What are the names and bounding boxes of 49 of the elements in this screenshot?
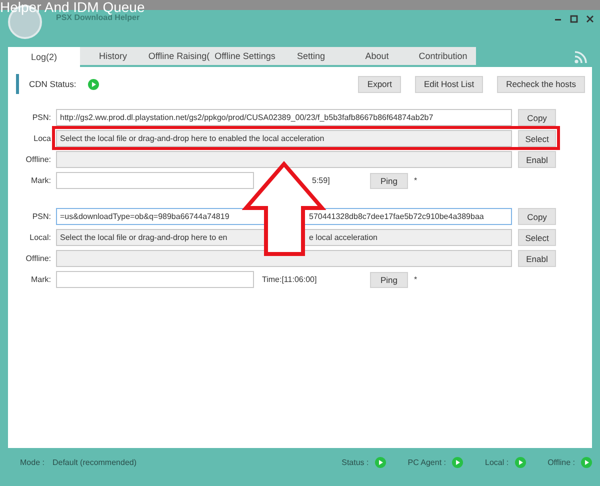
enable-button[interactable]: Enabl [518,250,556,267]
indicator-label: PC Agent : [408,458,446,466]
field-label: PSN: [31,113,51,122]
ping-status-text: * [414,176,418,185]
indicator-label: Local : [485,458,509,466]
field-label: Local: [28,233,51,242]
tab[interactable]: Setting [278,47,344,65]
select-button[interactable]: Select [518,130,556,147]
toolbar-button[interactable]: Export [358,76,401,92]
field-label: Loca [32,134,51,143]
tab[interactable]: Contribution [410,47,476,65]
tab[interactable]: About [344,47,410,65]
field-label: Offline: [24,254,51,263]
enable-button[interactable]: Enabl [518,151,556,168]
mark-field[interactable] [56,271,254,288]
maximize-icon[interactable] [570,15,578,23]
tab[interactable]: Offline Raising( [146,47,212,65]
time-text: 5:59] [311,176,331,185]
ping-status-text: * [414,275,418,284]
mode-value: Default (recommended) [52,458,137,466]
mode-label: Mode : [20,458,44,466]
toolbar-button[interactable]: Edit Host List [414,76,484,92]
field-label: Offline: [24,155,51,164]
tab[interactable]: Log(2) [8,47,80,67]
cdn-status-label: CDN Status: [29,79,76,89]
local-file-field[interactable]: Select the local file or drag-and-drop here to enabled the local acceleration [56,130,512,147]
field-label: Mark: [30,275,51,284]
field-label: PSN: [31,212,51,221]
time-text: Time:[11:06:00] [262,275,318,284]
ping-button[interactable]: Ping [370,272,408,288]
tab[interactable]: Offline Settings [212,47,278,65]
copy-button[interactable]: Copy [518,109,556,126]
offline-field[interactable] [56,151,512,168]
indicator-label: Status : [342,458,369,466]
close-icon[interactable] [586,15,594,23]
offline-field[interactable] [56,250,512,267]
local-file-field[interactable]: Select the local file or drag-and-drop here to en e local acceleration [56,229,512,246]
ping-button[interactable]: Ping [370,172,408,188]
psn-url-field[interactable]: http://gs2.ww.prod.dl.playstation.net/gs2/ppkgo/prod/CUSA02389_00/23/f_b5b3fafb8667b86f64874ab2b7 [56,109,512,126]
accent-bar [16,74,19,94]
psn-url-field[interactable]: =us&downloadType=ob&q=989ba66744a74819 570441328db8c7dee17fae5b72c910be4a389baa [56,208,512,225]
copy-button[interactable]: Copy [518,208,556,225]
select-button[interactable]: Select [518,229,556,246]
field-label: Mark: [30,176,51,185]
tab[interactable]: History [80,47,146,65]
indicator-label: Offline : [548,458,575,466]
toolbar-button[interactable]: Recheck the hosts [497,76,585,92]
mark-field[interactable] [56,172,254,189]
window-title: PSX Download Helper [56,13,140,22]
